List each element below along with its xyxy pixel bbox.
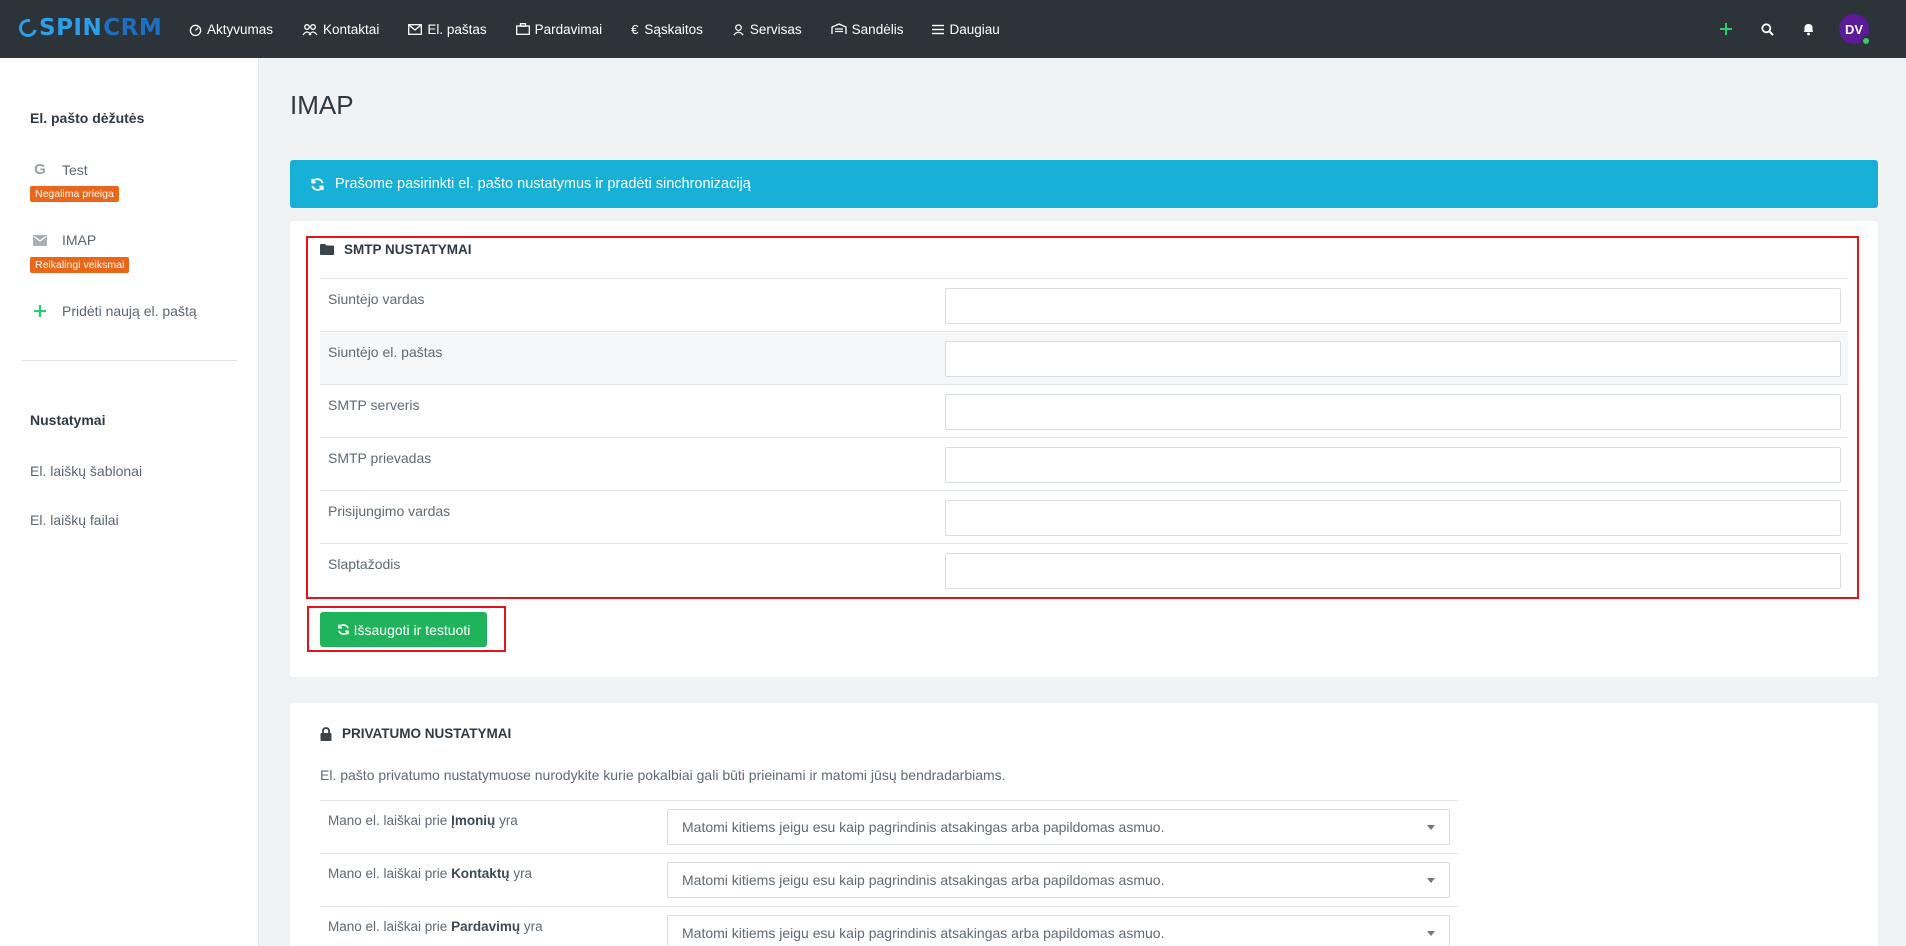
sync-icon [311,177,324,191]
nav-item-sandelis[interactable]: Sandėlis [831,21,904,37]
mailbox-label: Test [62,161,88,178]
logo-ring-icon [15,15,41,41]
privacy-label: Mano el. laiškai prie Pardavimų yra [328,919,543,934]
select-value: Matomi kitiems jeigu esu kaip pagrindini… [682,925,1165,941]
sidebar-item-imap[interactable]: IMAP [30,232,96,248]
highlight-box-save [307,606,506,652]
nav-item-pardavimai[interactable]: Pardavimai [515,21,603,37]
logo-text-crm: CRM [103,15,163,41]
topbar-actions: DV [1716,0,1906,58]
contacts-visibility-select[interactable]: Matomi kitiems jeigu esu kaip pagrindini… [667,862,1450,898]
dashboard-icon [189,24,202,36]
online-status-dot [1861,36,1871,46]
add-mailbox-label: Pridėti naują el. paštą [62,303,197,319]
briefcase-icon [515,23,530,35]
bell-icon[interactable] [1798,19,1818,39]
highlight-box-smtp [306,236,1859,599]
support-icon [733,23,744,35]
privacy-label: Mano el. laiškai prie Įmonių yra [328,813,518,828]
main-nav: Aktyvumas Kontaktai El. paštas Pardavima… [189,0,1029,58]
privacy-row-contacts: Mano el. laiškai prie Kontaktų yra Matom… [320,853,1458,906]
mailbox-label: IMAP [62,232,97,248]
add-mailbox-link[interactable]: Pridėti naują el. paštą [30,303,197,319]
select-value: Matomi kitiems jeigu esu kaip pagrindini… [682,819,1165,835]
top-navbar: SPIN CRM Aktyvumas Kontaktai El. paštas … [0,0,1906,58]
spincrm-logo[interactable]: SPIN CRM [15,14,163,42]
nav-label: Pardavimai [534,21,603,37]
nav-item-kontaktai[interactable]: Kontaktai [302,22,379,37]
sidebar-link-files[interactable]: El. laiškų failai [30,512,119,528]
sales-visibility-select[interactable]: Matomi kitiems jeigu esu kaip pagrindini… [667,915,1450,946]
chevron-down-icon [1427,930,1435,936]
sidebar-heading-settings: Nustatymai [30,412,106,428]
companies-visibility-select[interactable]: Matomi kitiems jeigu esu kaip pagrindini… [667,809,1450,845]
privacy-section-title: PRIVATUMO NUSTATYMAI [320,726,511,741]
envelope-icon [30,234,50,246]
add-icon[interactable] [1716,19,1736,39]
nav-item-daugiau[interactable]: Daugiau [932,21,1000,37]
nav-label: Sąskaitos [644,21,703,37]
status-badge-no-access: Negalima prieiga [30,186,119,202]
alert-text: Prašome pasirinkti el. pašto nustatymus … [335,176,751,192]
nav-label: Kontaktai [323,21,380,37]
status-badge-action-required: Reikalingi veiksmai [30,257,130,273]
nav-item-saskaitos[interactable]: € Sąskaitos [631,22,703,37]
nav-item-el-pastas[interactable]: El. paštas [408,21,487,37]
privacy-row-companies: Mano el. laiškai prie Įmonių yra Matomi … [320,800,1458,853]
sync-alert: Prašome pasirinkti el. pašto nustatymus … [290,160,1878,208]
privacy-row-sales: Mano el. laiškai prie Pardavimų yra Mato… [320,906,1458,946]
google-icon: G [34,161,46,178]
sidebar-divider [22,360,237,361]
nav-item-servisas[interactable]: Servisas [732,22,802,37]
sidebar-heading-mailboxes: El. pašto dėžutės [30,110,145,126]
lock-icon [320,726,332,741]
select-value: Matomi kitiems jeigu esu kaip pagrindini… [682,872,1165,888]
page-title: IMAP [290,90,354,120]
chevron-down-icon [1427,824,1435,830]
privacy-title-text: PRIVATUMO NUSTATYMAI [342,726,512,741]
warehouse-icon [831,23,847,34]
search-icon[interactable] [1757,19,1777,39]
privacy-label: Mano el. laiškai prie Kontaktų yra [328,866,533,881]
euro-icon: € [631,21,639,37]
user-avatar[interactable]: DV [1839,14,1871,46]
sidebar-link-templates[interactable]: El. laiškų šablonai [30,463,142,479]
logo-text-spin: SPIN [39,15,103,41]
sidebar-item-test[interactable]: G Test [30,161,88,178]
users-icon [302,23,318,35]
nav-label: Daugiau [949,21,1000,37]
nav-label: El. paštas [427,21,487,37]
nav-label: Sandėlis [851,21,904,37]
envelope-icon [408,23,423,35]
nav-label: Aktyvumas [207,21,274,37]
menu-icon [932,24,945,34]
privacy-description: El. pašto privatumo nustatymuose nurodyk… [320,767,1006,783]
avatar-initials: DV [1844,21,1864,37]
nav-item-aktyvumas[interactable]: Aktyvumas [189,22,273,37]
nav-label: Servisas [749,21,802,37]
plus-icon [30,305,50,317]
chevron-down-icon [1427,877,1435,883]
